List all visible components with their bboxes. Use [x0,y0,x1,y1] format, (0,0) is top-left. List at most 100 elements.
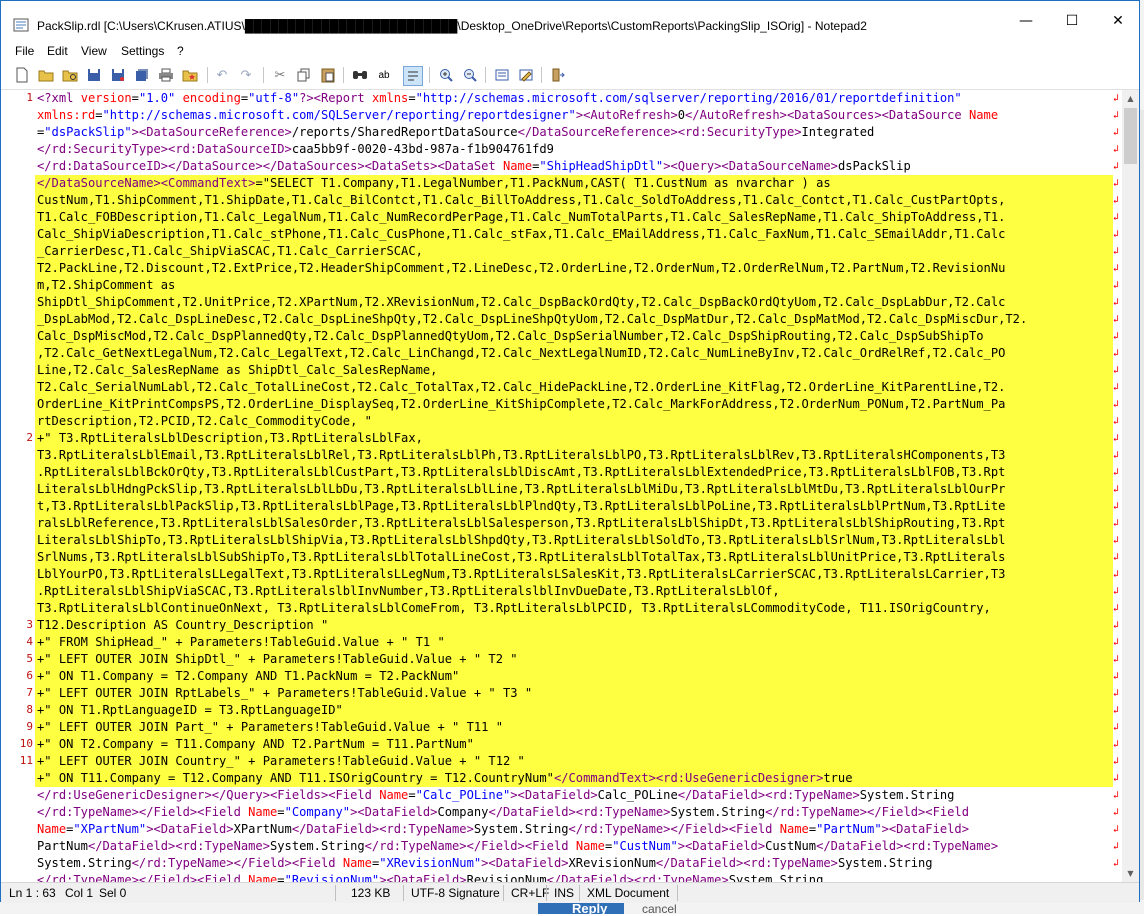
replace-icon[interactable]: ab [375,66,393,84]
wrap-marker-icon: ↲ [1113,297,1120,308]
code-token: </rd:TypeName></Field><Field [364,839,576,853]
new-file-icon[interactable] [13,66,31,84]
close-button[interactable]: ✕ [1095,1,1141,41]
code-token: Name [379,788,409,802]
menu-view[interactable]: View [81,44,107,58]
menu-help[interactable]: ? [177,44,184,58]
find-icon[interactable] [351,66,369,84]
minimize-button[interactable]: — [1003,1,1049,41]
code-line: T2.Calc_SerialNumLabl,T2.Calc_TotalLineC… [37,379,1005,396]
save-copy-icon[interactable] [133,66,151,84]
code-token: T3.RptLiteralsLblContinueOnNext, T3.RptL… [37,601,991,615]
status-file-size: 123 KB [351,886,391,900]
status-selection: Sel 0 [99,886,127,900]
code-token: "1.0" [138,91,176,105]
code-line: xmlns:rd="http://schemas.microsoft.com/S… [37,107,998,124]
code-token: Calc_POLine [597,788,678,802]
code-token: System.String [728,873,824,882]
code-token: ><DataField> [677,839,766,853]
undo-icon[interactable]: ↶ [213,66,231,84]
save-as-icon[interactable] [109,66,127,84]
browse-icon[interactable] [61,66,79,84]
code-token: +" ON T2.Company = T11.Company AND T2.Pa… [37,737,474,751]
code-line: +" LEFT OUTER JOIN RptLabels_" + Paramet… [37,685,532,702]
zoom-out-icon[interactable] [461,66,479,84]
code-token: Calc_ShipViaDescription,T1.Calc_stPhone,… [37,227,1006,241]
scroll-down-arrow-icon[interactable]: ▼ [1122,865,1139,882]
word-wrap-icon[interactable] [403,66,423,86]
code-token: ><DataField> [881,822,969,836]
menu-settings[interactable]: Settings [121,44,164,58]
code-line: +" ON T11.Company = T12.Company AND T11.… [37,770,853,787]
wrap-marker-icon: ↲ [1113,433,1120,444]
cut-icon[interactable]: ✂ [271,66,289,84]
menu-file[interactable]: File [15,44,34,58]
code-line: ralsLblReference,T3.RptLiteralsLblSalesO… [37,515,1005,532]
code-token: +" LEFT OUTER JOIN Part_" + Parameters!T… [37,720,503,734]
paste-icon[interactable] [319,66,337,84]
code-token: ,T2.Calc_GetNextLegalNum,T2.Calc_LegalTe… [37,346,1006,360]
code-line: ="dsPackSlip"><DataSourceReference>/repo… [37,124,874,141]
code-token: +" T3.RptLiteralsLblDescription,T3.RptLi… [37,431,423,445]
code-token: ><Query><DataSourceName> [663,159,838,173]
code-token: Calc_DspMiscMod,T2.Calc_DspPlannedQty,T2… [37,329,984,343]
code-token: T12.Description AS Country_Description " [37,618,329,632]
editor-area[interactable]: 1 2 3 4 5 6 7 8 9 10 11 <?xml version="1.0" encodi… [1,90,1122,882]
notepad2-window: PackSlip.rdl [C:\Users\CKrusen.ATIUS\███… [0,0,1140,903]
menu-edit[interactable]: Edit [47,44,68,58]
save-icon[interactable] [85,66,103,84]
code-token: ><DataField> [379,873,467,882]
wrap-marker-icon: ↲ [1113,365,1120,376]
code-token: Integrated [801,125,875,139]
title-bar[interactable]: PackSlip.rdl [C:\Users\CKrusen.ATIUS\███… [1,1,1139,41]
line-number: 8 [26,703,33,716]
status-scheme[interactable]: XML Document [587,886,669,900]
print-icon[interactable] [157,66,175,84]
wrap-marker-icon: ↲ [1113,586,1120,597]
vertical-scrollbar[interactable]: ▲ ▼ [1122,90,1139,882]
code-token: "XPartNum" [73,822,147,836]
status-encoding[interactable]: UTF-8 Signature [411,886,500,900]
code-line: Calc_DspMiscMod,T2.Calc_DspPlannedQty,T2… [37,328,984,345]
minimize-icon: — [1019,13,1033,29]
code-token: _DspLabMod,T2.Calc_DspLineDesc,T2.Calc_D… [37,312,1028,326]
line-number: 7 [26,686,33,699]
code-token: </DataField><rd:TypeName> [488,805,671,819]
scrollbar-thumb[interactable] [1124,108,1137,164]
code-token: xmlns:rd [37,108,96,122]
favorites-icon[interactable] [181,66,199,84]
scroll-up-arrow-icon[interactable]: ▲ [1122,90,1139,107]
code-line: Line,T2.Calc_SalesRepName as ShipDtl_Cal… [37,362,437,379]
code-token: Line,T2.Calc_SalesRepName as ShipDtl_Cal… [37,363,438,377]
code-token: ><AutoRefresh> [575,108,678,122]
code-token: </rd:SecurityType><rd:DataSourceID> [37,142,292,156]
code-token: rtDescription,T2.PCID,T2.Calc_CommodityC… [37,414,372,428]
code-token: </rd:TypeName></Field><Field [37,805,249,819]
code-token: ><DataField> [146,822,234,836]
code-token: +" LEFT OUTER JOIN Country_" + Parameter… [37,754,525,768]
redo-icon[interactable]: ↷ [237,66,255,84]
code-token: Name [248,805,278,819]
customize-scheme-icon[interactable] [517,66,535,84]
code-line: LiteralsLblShipTo,T3.RptLiteralsLblShipV… [37,532,1005,549]
code-token: "Company" [284,805,351,819]
status-insert-mode[interactable]: INS [554,886,574,900]
open-file-icon[interactable] [37,66,55,84]
line-number: 2 [26,431,33,444]
maximize-button[interactable]: ☐ [1049,1,1095,41]
code-token: Name [575,839,605,853]
scheme-icon[interactable] [493,66,511,84]
code-token: +" ON T1.Company = T2.Company AND T1.Pac… [37,669,460,683]
status-line-ending[interactable]: CR+LF [511,886,549,900]
code-line: CustNum,T1.ShipComment,T1.ShipDate,T1.Ca… [37,192,1005,209]
copy-icon[interactable] [295,66,313,84]
code-line: rtDescription,T2.PCID,T2.Calc_CommodityC… [37,413,372,430]
wrap-marker-icon: ↲ [1113,110,1120,121]
code-line: </rd:UseGenericDesigner></Query><Fields>… [37,787,954,804]
zoom-in-icon[interactable] [437,66,455,84]
code-token: = [808,822,817,836]
exit-icon[interactable] [549,66,567,84]
code-token: LiteralsLblHdngPckSlip,T3.RptLiteralsLbl… [37,482,1006,496]
wrap-marker-icon: ↲ [1113,93,1120,104]
code-line: </rd:TypeName></Field><Field Name="Revis… [37,872,823,882]
